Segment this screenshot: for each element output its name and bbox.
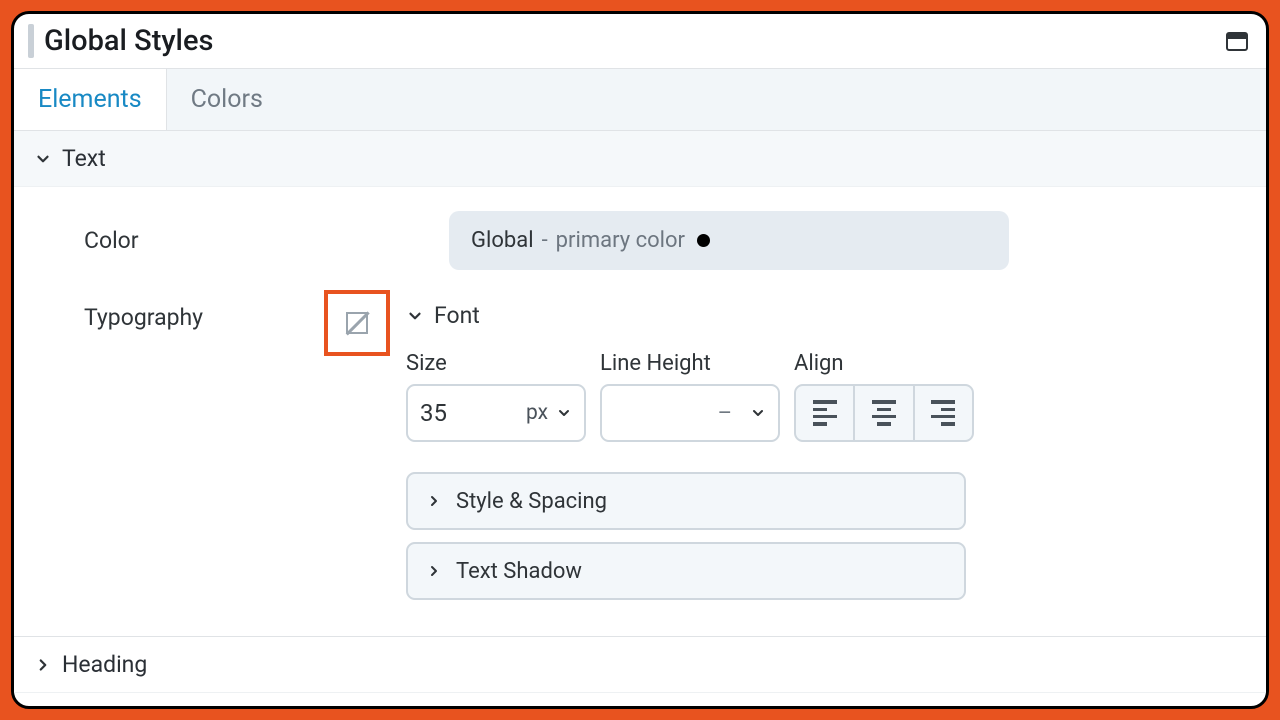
align-center-button[interactable] [855,386,914,440]
align-left-button[interactable] [796,386,855,440]
align-center-icon [872,400,896,425]
line-height-input[interactable]: – [600,384,780,442]
panel-title-wrap: Global Styles [28,24,213,58]
font-label: Font [434,302,480,329]
panel-header: Global Styles [14,14,1266,69]
style-spacing-panel[interactable]: Style & Spacing [406,472,966,530]
tab-elements[interactable]: Elements [14,69,167,130]
line-height-value: – [718,401,732,426]
typography-label: Typography [84,298,314,600]
size-label: Size [406,351,586,376]
chevron-down-icon [750,405,766,421]
panel-title: Global Styles [44,24,213,58]
chevron-right-icon [426,493,442,509]
text-shadow-panel[interactable]: Text Shadow [406,542,966,600]
section-text-header[interactable]: Text [14,131,1266,187]
color-swatch-icon [697,234,710,247]
color-row: Color Global - primary color [14,187,1266,270]
detach-window-icon[interactable] [1226,32,1248,51]
typography-row: Typography Font [14,270,1266,600]
size-unit: px [526,401,548,425]
color-prefix: Global [471,228,534,253]
section-heading-header[interactable]: Heading [14,636,1266,693]
text-shadow-label: Text Shadow [456,559,582,584]
tabs: Elements Colors [14,69,1266,131]
tab-colors[interactable]: Colors [167,69,287,130]
chevron-down-icon [556,405,572,421]
typography-props: Size 35 px Line Height [406,351,974,442]
line-height-label: Line Height [600,351,780,376]
section-text-label: Text [62,145,106,172]
align-right-button[interactable] [915,386,972,440]
chevron-down-icon [34,150,52,168]
chevron-right-icon [34,656,52,674]
highlighted-reset-box [324,290,390,356]
align-label: Align [794,351,974,376]
align-left-icon [813,400,837,425]
align-group [794,384,974,442]
color-name: primary color [556,228,685,253]
color-dash: - [542,228,548,253]
size-value: 35 [420,399,518,427]
global-styles-panel: Global Styles Elements Colors Text Color… [11,11,1269,709]
font-dropdown[interactable]: Font [406,298,974,329]
chevron-right-icon [426,563,442,579]
color-label: Color [84,211,384,270]
chevron-down-icon [406,307,424,325]
style-spacing-label: Style & Spacing [456,489,607,514]
section-heading-label: Heading [62,651,147,678]
panel-body: Text Color Global - primary color Typogr… [14,131,1266,706]
color-picker-button[interactable]: Global - primary color [449,211,1009,270]
title-accent-bar [28,24,34,58]
size-input[interactable]: 35 px [406,384,586,442]
reset-typography-icon[interactable] [346,312,368,334]
align-right-icon [931,400,955,425]
